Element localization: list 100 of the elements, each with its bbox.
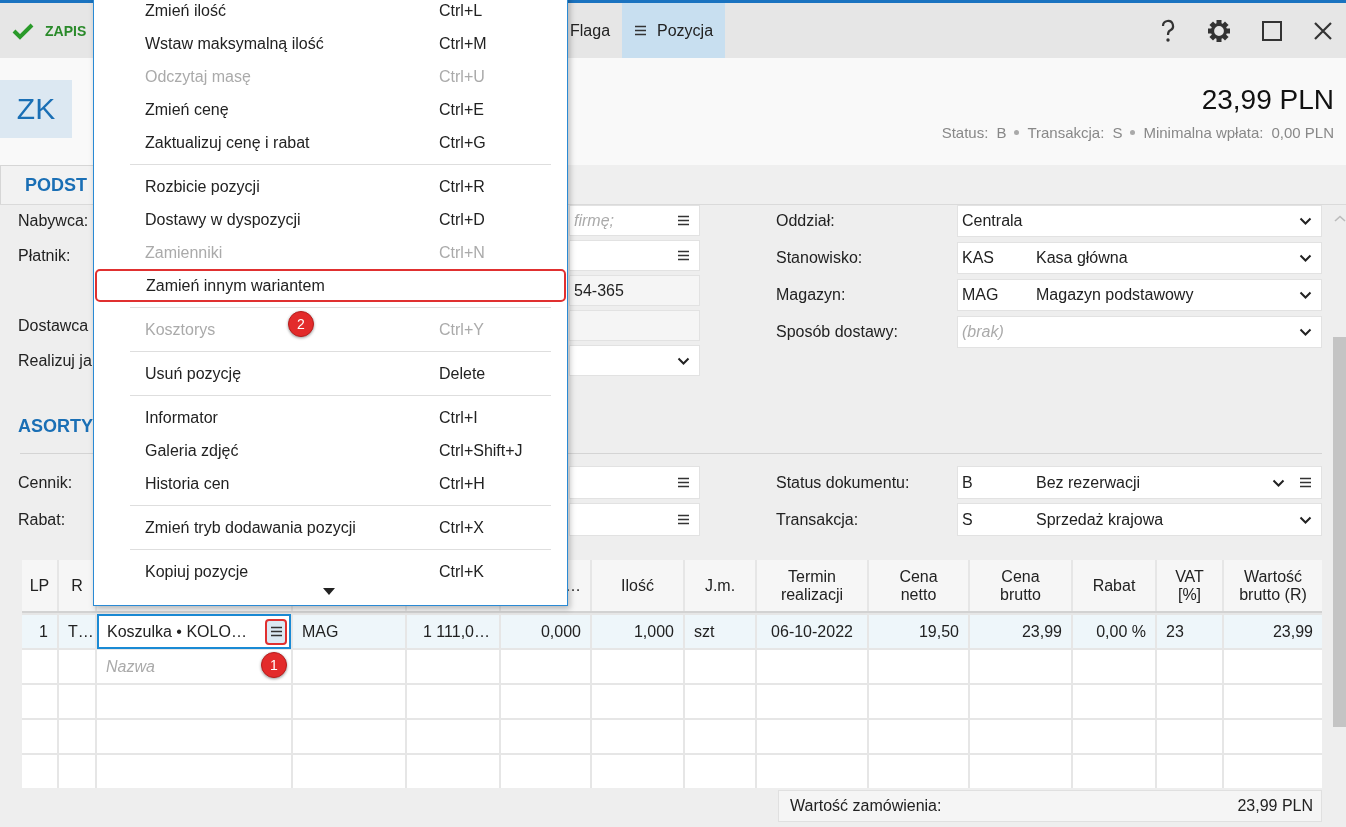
table-cell: 0,000 (499, 615, 590, 648)
code-text: S (962, 510, 974, 529)
chevron-down-icon (1272, 478, 1285, 487)
text-field[interactable] (569, 310, 700, 341)
table-cell: 19,50 (867, 615, 968, 648)
maximize-icon[interactable] (1262, 20, 1282, 41)
menu-item[interactable]: Historia cen (145, 474, 230, 493)
menu-item[interactable]: Zmień tryb dodawania pozycji (145, 518, 356, 537)
bullet-icon (1130, 130, 1136, 135)
lookup-field[interactable] (569, 503, 700, 536)
column-header[interactable]: LP (29, 576, 50, 595)
value-text: Centrala (962, 212, 1023, 230)
menu-item[interactable]: Wstaw maksymalną ilość (145, 34, 324, 53)
menu-item[interactable]: Rozbicie pozycji (145, 177, 260, 196)
field-label: Status dokumentu: (776, 473, 911, 492)
column-header[interactable]: J.m. (704, 576, 736, 595)
column-header[interactable]: VAT [%] (1175, 567, 1204, 604)
value-text: Sprzedaż krajowa (1036, 510, 1164, 529)
column-header[interactable]: Termin realizacji (780, 567, 844, 604)
table-cell: 23,99 (1222, 615, 1322, 648)
table-cell: 1,000 (590, 615, 683, 648)
shortcut-text: Ctrl+N (439, 243, 485, 262)
field-label: Cennik: (18, 473, 74, 492)
chevron-down-icon (677, 356, 690, 365)
menu-item[interactable]: Zamień innym wariantem (146, 276, 325, 295)
menu-item[interactable]: Zmień cenę (145, 100, 229, 119)
bullet-icon (1014, 130, 1020, 135)
column-header[interactable]: Cena brutto (1000, 567, 1041, 604)
total-label: Wartość zamówienia: (790, 797, 942, 815)
scrollbar-thumb[interactable] (1333, 337, 1346, 727)
save-button[interactable]: ZAPIS (0, 3, 93, 58)
dropdown-field[interactable]: KAS Kasa główna (957, 242, 1322, 274)
tab[interactable]: PODST (0, 165, 93, 204)
status-label: Minimalna wpłata: (1143, 124, 1264, 141)
shortcut-text: Ctrl+Shift+J (439, 441, 523, 460)
dropdown-field[interactable]: S Sprzedaż krajowa (957, 503, 1322, 536)
value-text: Magazyn podstawowy (1036, 286, 1194, 304)
shortcut-text: Ctrl+X (439, 518, 484, 537)
menu-icon (634, 24, 648, 37)
menu-icon (677, 249, 690, 262)
shortcut-text: Ctrl+Y (439, 320, 484, 339)
field-label: Realizuj ja (18, 351, 93, 370)
menu-item[interactable]: Kopiuj pozycje (145, 562, 249, 581)
column-header[interactable]: Ilość (621, 576, 654, 595)
table-cell-text: 1 (38, 621, 49, 642)
scroll-up-icon[interactable] (1333, 215, 1346, 222)
field-label: Dostawca (18, 316, 90, 335)
shortcut-text: Delete (439, 364, 486, 383)
code-text: MAG (962, 286, 1000, 304)
field-label: Oddział: (776, 212, 836, 230)
shortcut-text: Ctrl+M (439, 34, 487, 53)
field-label: Płatnik: (18, 246, 72, 265)
menu-item[interactable]: Galeria zdjęć (145, 441, 239, 460)
chevron-down-icon (1299, 291, 1312, 299)
dropdown-field[interactable] (569, 345, 700, 376)
table-cell: szt (683, 615, 755, 648)
menu-button[interactable] (265, 618, 287, 645)
column-header[interactable]: Wartość brutto (R) (1239, 567, 1307, 604)
field-label: Stanowisko: (776, 249, 864, 267)
placeholder-text: firmę; (574, 211, 614, 230)
column-header[interactable]: Rabat (1092, 576, 1136, 595)
placeholder-text: (brak) (962, 323, 1004, 341)
menu-item[interactable]: Zaktualizuj cenę i rabat (145, 133, 310, 152)
name-field[interactable]: Koszulka • KOLO… (97, 614, 291, 649)
dropdown-field[interactable]: Centrala (957, 205, 1322, 237)
chevron-down-icon (1299, 328, 1312, 336)
close-icon[interactable] (1313, 20, 1333, 41)
dropdown-field[interactable]: B Bez rezerwacji (957, 466, 1322, 499)
table-cell: 23 (1155, 615, 1222, 648)
menu-icon (677, 214, 690, 227)
status-label: Transakcja: (1027, 124, 1105, 141)
column-header[interactable]: R (71, 576, 83, 595)
dropdown-field[interactable]: MAG Magazyn podstawowy (957, 279, 1322, 311)
lookup-field[interactable] (569, 240, 700, 271)
shortcut-text: Ctrl+D (439, 210, 485, 229)
field-label: Nabywca: (18, 211, 90, 230)
column-header[interactable]: Cena netto (899, 567, 938, 604)
menu-item[interactable]: Informator (145, 408, 218, 427)
text-field[interactable]: 54-365 (569, 275, 700, 306)
shortcut-text: Ctrl+K (439, 562, 484, 581)
shortcut-text: Ctrl+G (439, 133, 486, 152)
menu-item[interactable]: Zmień ilość (145, 1, 226, 20)
menu-icon (1299, 476, 1312, 489)
lookup-field[interactable] (569, 466, 700, 499)
table-cell: T… (57, 615, 95, 648)
table-cell: 23,99 (968, 615, 1071, 648)
section-heading: ASORTY (18, 416, 93, 438)
settings-icon[interactable] (1207, 18, 1231, 43)
caret-down-icon[interactable] (323, 588, 335, 595)
checkmark-icon (12, 21, 34, 40)
help-icon[interactable] (1160, 18, 1176, 43)
menu-item[interactable]: Usuń pozycję (145, 364, 242, 383)
toolbar-button[interactable]: Flaga (568, 3, 623, 58)
toolbar-button[interactable]: Pozycja (622, 3, 726, 58)
value-text: 54-365 (574, 281, 624, 300)
field-label: Rabat: (18, 510, 67, 529)
document-type-badge: ZK (0, 80, 72, 138)
menu-item[interactable]: Dostawy w dyspozycji (145, 210, 301, 229)
status-label: Status: (941, 124, 989, 141)
menu-icon (269, 625, 283, 638)
